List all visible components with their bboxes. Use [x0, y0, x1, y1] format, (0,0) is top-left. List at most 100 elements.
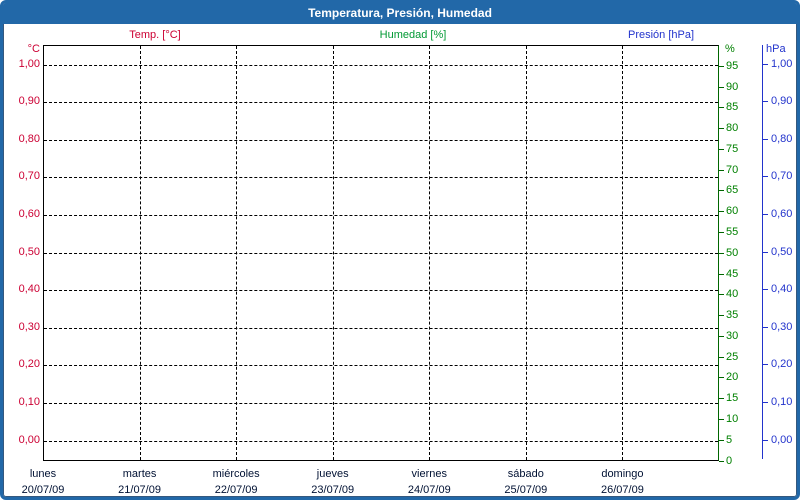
humidity-axis-tick-mark — [719, 107, 724, 109]
humidity-axis-tick-mark — [719, 294, 724, 296]
pressure-axis-tick-mark — [763, 251, 768, 253]
temperature-axis-tick-label: 1,00 — [18, 57, 40, 70]
legend-pressure: Presión [hPa] — [627, 29, 695, 41]
humidity-axis-tick-label: 25 — [726, 350, 739, 363]
humidity-axis-tick-label: 85 — [726, 101, 739, 114]
gridline-horizontal — [44, 365, 718, 367]
gridline-vertical — [332, 46, 334, 460]
humidity-axis-tick-label: 90 — [726, 80, 739, 93]
temperature-axis-unit-label: °C — [27, 43, 40, 55]
temperature-axis-tick-label: 0,10 — [18, 395, 40, 408]
temperature-axis-tick-label: 0,30 — [18, 320, 40, 333]
humidity-axis-tick-label: 65 — [726, 184, 739, 197]
humidity-axis-tick-mark — [719, 211, 724, 213]
temperature-axis-tick-label: 0,60 — [18, 207, 40, 220]
humidity-axis-tick-mark — [719, 315, 724, 317]
pressure-axis-unit-label: hPa — [766, 43, 786, 55]
humidity-axis-tick-label: 50 — [726, 246, 739, 259]
gridline-vertical — [622, 46, 624, 460]
gridline-horizontal — [44, 402, 718, 404]
humidity-axis-tick-mark — [719, 418, 724, 420]
humidity-axis-tick-label: 35 — [726, 309, 739, 322]
x-axis-day-date: 25/07/09 — [504, 484, 548, 496]
humidity-axis-tick-label: 95 — [726, 59, 739, 72]
x-axis-day-date: 26/07/09 — [601, 484, 644, 496]
humidity-axis-tick-mark — [719, 439, 724, 441]
gridline-horizontal — [44, 139, 718, 141]
pressure-axis-tick-mark — [763, 289, 768, 291]
gridline-horizontal — [44, 214, 718, 216]
temperature-axis-tick-label: 0,40 — [18, 283, 40, 296]
humidity-axis-tick-label: 20 — [726, 371, 739, 384]
humidity-axis-tick-mark — [719, 65, 724, 67]
temperature-axis-tick-label: 0,70 — [18, 170, 40, 183]
humidity-axis-tick-label: 30 — [726, 329, 739, 342]
humidity-axis-tick-mark — [719, 148, 724, 150]
gridline-horizontal — [44, 290, 718, 292]
humidity-axis-unit-label: % — [725, 43, 735, 55]
pressure-axis-tick-label: 0,00 — [771, 433, 793, 446]
pressure-axis-tick-mark — [763, 401, 768, 403]
pressure-axis-tick-mark — [763, 63, 768, 65]
pressure-axis-tick-mark — [763, 101, 768, 103]
gridline-horizontal — [44, 327, 718, 329]
pressure-axis-tick-mark — [763, 213, 768, 215]
pressure-axis-tick-label: 0,90 — [771, 95, 793, 108]
x-axis-day-name: miércoles — [212, 468, 260, 480]
humidity-axis-tick-label: 80 — [726, 122, 739, 135]
weather-chart-panel: Temperatura, Presión, Humedad Temp. [°C]… — [0, 0, 800, 500]
x-axis-day-date: 24/07/09 — [407, 484, 451, 496]
pressure-axis-tick-label: 0,70 — [771, 170, 793, 183]
humidity-axis-tick-mark — [719, 356, 724, 358]
gridline-horizontal — [44, 102, 718, 104]
humidity-axis-tick-label: 15 — [726, 392, 739, 405]
temperature-axis-tick-label: 0,90 — [18, 95, 40, 108]
humidity-axis-tick-label: 0 — [726, 454, 733, 467]
temperature-axis-tick-label: 0,80 — [18, 132, 40, 145]
humidity-axis-tick-label: 60 — [726, 205, 739, 218]
humidity-axis-tick-label: 45 — [726, 267, 739, 280]
window-title: Temperatura, Presión, Humedad — [3, 3, 797, 24]
pressure-axis-line — [762, 45, 763, 459]
humidity-axis-tick-mark — [719, 128, 724, 130]
legend-temperature: Temp. [°C] — [129, 29, 181, 41]
pressure-axis-tick-mark — [763, 138, 768, 140]
humidity-axis-tick-mark — [719, 377, 724, 379]
pressure-axis-tick-mark — [763, 326, 768, 328]
pressure-axis-tick-label: 1,00 — [771, 57, 793, 70]
pressure-axis-tick-label: 0,60 — [771, 207, 793, 220]
humidity-axis-tick-mark — [719, 398, 724, 400]
pressure-axis-tick-label: 0,80 — [771, 132, 793, 145]
humidity-axis-tick-mark — [719, 460, 724, 462]
x-axis-day-date: 21/07/09 — [118, 484, 161, 496]
gridline-horizontal — [44, 252, 718, 254]
pressure-axis-tick-mark — [763, 176, 768, 178]
humidity-axis-tick-mark — [719, 231, 724, 233]
pressure-axis-tick-label: 0,20 — [771, 358, 793, 371]
pressure-axis-tick-mark — [763, 364, 768, 366]
x-axis-day-name: viernes — [411, 468, 448, 480]
gridline-horizontal — [44, 440, 718, 442]
gridline-vertical — [429, 46, 431, 460]
x-axis-day-name: jueves — [316, 468, 349, 480]
gridline-horizontal — [44, 64, 718, 66]
gridline-vertical — [139, 46, 141, 460]
humidity-axis-tick-label: 40 — [726, 288, 739, 301]
x-axis-day-name: sábado — [507, 468, 544, 480]
temperature-axis-tick-label: 0,50 — [18, 245, 40, 258]
x-axis-day-name: martes — [122, 468, 157, 480]
pressure-axis-tick-label: 0,30 — [771, 320, 793, 333]
temperature-axis-tick-label: 0,00 — [18, 433, 40, 446]
humidity-axis-tick-mark — [719, 169, 724, 171]
pressure-axis-tick-mark — [763, 439, 768, 441]
humidity-axis-tick-label: 55 — [726, 225, 739, 238]
legend-humidity: Humedad [%] — [379, 29, 447, 41]
pressure-axis-tick-label: 0,50 — [771, 245, 793, 258]
humidity-axis-tick-label: 10 — [726, 412, 739, 425]
humidity-axis-tick-label: 5 — [726, 433, 733, 446]
gridline-vertical — [236, 46, 238, 460]
humidity-axis-tick-label: 70 — [726, 163, 739, 176]
humidity-axis-tick-mark — [719, 190, 724, 192]
gridline-vertical — [525, 46, 527, 460]
pressure-axis-tick-label: 0,40 — [771, 283, 793, 296]
